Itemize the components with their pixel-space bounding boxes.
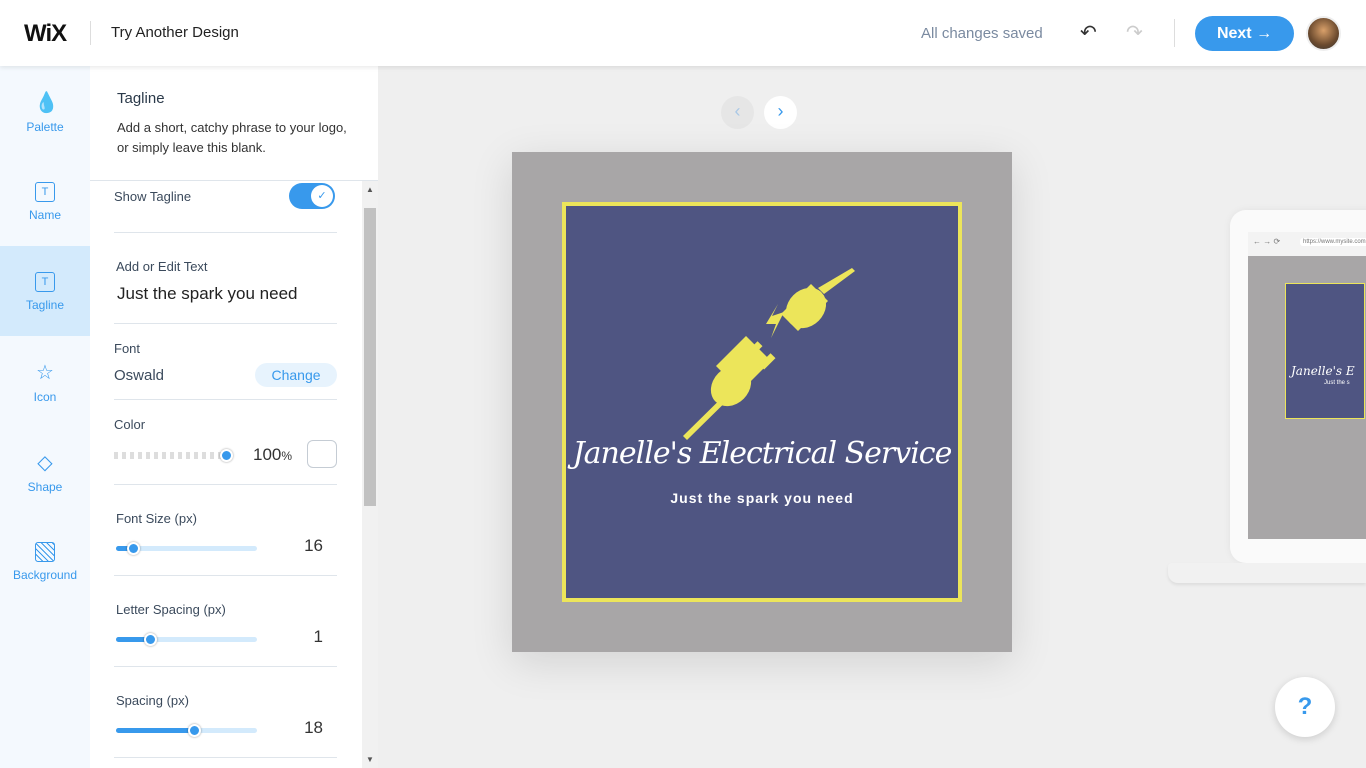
next-design-button[interactable]: ›	[764, 96, 797, 129]
browser-bar: ← → ⟳ https://www.mysite.com	[1248, 232, 1366, 256]
mini-tagline: Just the s	[1324, 380, 1350, 386]
drop-icon: 💧	[34, 92, 59, 114]
laptop-mockup: ← → ⟳ https://www.mysite.com Janelle's E …	[1230, 210, 1366, 563]
mini-logo: Janelle's E Just the s	[1285, 283, 1365, 419]
opacity-value: 100%	[253, 445, 293, 464]
slider-handle[interactable]	[126, 542, 140, 555]
divider	[90, 21, 91, 45]
logo-frame: Janelle's Electrical Service Just the sp…	[562, 202, 962, 602]
redo-icon[interactable]: ↷	[1126, 20, 1143, 45]
show-tagline-toggle[interactable]: ✓	[289, 183, 335, 209]
sidebar-item-tagline[interactable]: T Tagline	[0, 246, 90, 336]
spacing-value: 18	[304, 718, 323, 737]
top-bar: WiX Try Another Design All changes saved…	[0, 0, 1366, 66]
slider-handle[interactable]	[220, 449, 233, 462]
tagline-input[interactable]: Just the spark you need	[117, 284, 298, 304]
check-icon: ✓	[311, 185, 333, 207]
sidebar-item-label: Palette	[26, 120, 64, 134]
font-size-label: Font Size (px)	[116, 511, 197, 526]
text-box-icon: T	[35, 182, 55, 202]
change-font-button[interactable]: Change	[255, 363, 337, 387]
letter-spacing-slider[interactable]	[116, 633, 257, 646]
business-name: Janelle's Electrical Service	[572, 436, 953, 471]
star-icon: ☆	[36, 362, 54, 384]
letter-spacing-row: Letter Spacing (px) 1	[114, 576, 337, 667]
panel-description: Add a short, catchy phrase to your logo,…	[117, 120, 347, 155]
help-button[interactable]: ?	[1275, 677, 1335, 737]
spacing-slider[interactable]	[116, 724, 257, 737]
color-label: Color	[114, 417, 146, 432]
logo-tagline: Just the spark you need	[670, 490, 854, 506]
slider-handle[interactable]	[187, 724, 201, 737]
slider-handle[interactable]	[143, 633, 157, 646]
undo-icon[interactable]: ↶	[1080, 20, 1097, 45]
panel-title: Tagline	[117, 90, 165, 107]
mini-name: Janelle's E	[1291, 364, 1355, 378]
show-tagline-row: Show Tagline ✓	[114, 181, 337, 233]
font-value: Oswald	[114, 367, 165, 384]
sidebar-item-label: Shape	[27, 480, 63, 494]
tagline-panel: Tagline Add a short, catchy phrase to yo…	[90, 66, 378, 768]
sidebar-item-label: Name	[28, 208, 61, 222]
scroll-down-icon[interactable]: ▼	[366, 755, 374, 764]
sidebar-item-label: Background	[12, 568, 78, 582]
font-size-row: Font Size (px) 16	[114, 485, 337, 576]
logo-preview: Janelle's Electrical Service Just the sp…	[512, 152, 1012, 652]
text-box-icon: T	[35, 272, 55, 292]
hatch-icon	[35, 542, 55, 562]
font-size-value: 16	[304, 536, 323, 555]
sidebar-item-label: Icon	[33, 390, 57, 404]
previous-design-button[interactable]: ‹	[721, 96, 754, 129]
plug-icon	[683, 268, 855, 440]
diamond-icon: ◇	[37, 452, 53, 474]
page-title: Try Another Design	[111, 24, 239, 41]
avatar[interactable]	[1306, 16, 1341, 51]
font-row: Font Oswald Change	[114, 324, 337, 400]
laptop-base	[1168, 563, 1366, 583]
color-row: Color 100%	[114, 400, 337, 485]
sidebar-item-icon[interactable]: ☆ Icon	[0, 336, 90, 426]
next-button[interactable]: Next →	[1195, 16, 1294, 51]
scroll-up-icon[interactable]: ▲	[366, 185, 374, 194]
show-tagline-label: Show Tagline	[114, 189, 192, 204]
text-label: Add or Edit Text	[116, 259, 208, 274]
text-row: Add or Edit Text Just the spark you need	[114, 233, 337, 324]
letter-spacing-label: Letter Spacing (px)	[116, 602, 226, 617]
sidebar-item-label: Tagline	[25, 298, 65, 312]
divider	[1174, 19, 1175, 47]
sidebar-item-shape[interactable]: ◇ Shape	[0, 426, 90, 516]
wix-logo[interactable]: WiX	[24, 20, 67, 48]
scrollbar-thumb[interactable]	[364, 208, 376, 506]
save-status: All changes saved	[921, 25, 1043, 42]
font-label: Font	[114, 341, 141, 356]
sidebar-item-name[interactable]: T Name	[0, 156, 90, 246]
color-swatch[interactable]	[307, 440, 337, 468]
sidebar: 💧 Palette T Name T Tagline ☆ Icon ◇ Shape Bac…	[0, 66, 90, 768]
font-size-slider[interactable]	[116, 542, 257, 555]
spacing-label: Spacing (px)	[116, 693, 189, 708]
scrollbar[interactable]: ▲ ▼	[362, 181, 378, 768]
opacity-slider[interactable]	[114, 449, 233, 462]
sidebar-item-background[interactable]: Background	[0, 516, 90, 606]
spacing-row: Spacing (px) 18	[114, 667, 337, 758]
sidebar-item-palette[interactable]: 💧 Palette	[0, 66, 90, 156]
url-bar: https://www.mysite.com	[1300, 238, 1366, 246]
letter-spacing-value: 1	[313, 627, 323, 646]
